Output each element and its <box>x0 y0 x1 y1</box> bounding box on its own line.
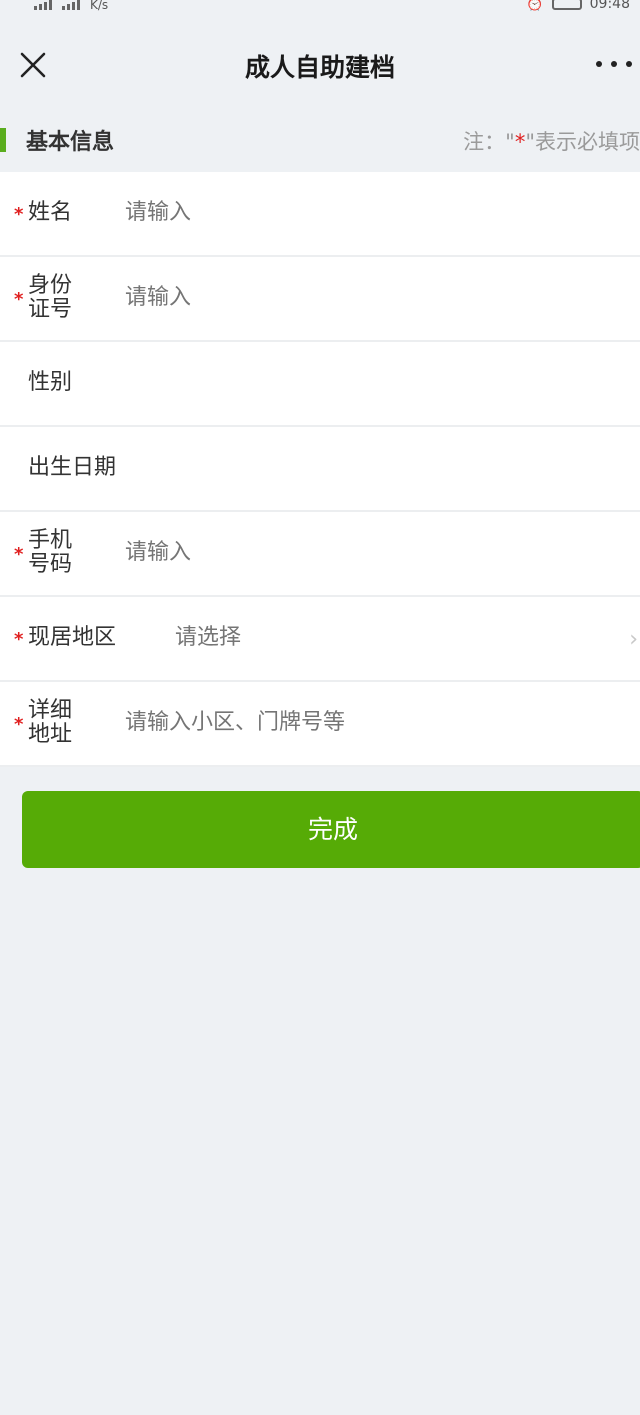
chevron-right-icon: › <box>629 627 638 652</box>
required-mark: * <box>14 289 24 310</box>
name-input[interactable] <box>125 200 605 226</box>
field-label: 详细地址 <box>28 698 73 747</box>
required-mark: * <box>14 544 24 565</box>
field-label: 姓名 <box>28 200 73 225</box>
field-birth-date[interactable]: 出生日期 <box>0 427 640 512</box>
nav-bar: 成人自助建档 <box>0 22 640 104</box>
field-address[interactable]: * 详细地址 <box>0 682 640 767</box>
field-label: 身份证号 <box>28 273 73 322</box>
network-speed: K/s <box>90 0 109 12</box>
basic-info-form: * 姓名 * 身份证号 性别 出生日期 * 手机号码 * 现居地区 › * 详细… <box>0 172 640 767</box>
field-name[interactable]: * 姓名 <box>0 172 640 257</box>
required-mark: * <box>14 204 24 225</box>
required-note: 注："*"表示必填项 <box>463 126 640 156</box>
section-accent-bar <box>0 128 6 152</box>
address-input[interactable] <box>125 710 605 736</box>
field-id-number[interactable]: * 身份证号 <box>0 257 640 342</box>
more-dot <box>626 61 632 67</box>
more-dot <box>611 61 617 67</box>
more-icon[interactable] <box>596 52 632 76</box>
field-phone[interactable]: * 手机号码 <box>0 512 640 597</box>
status-time: 09:48 <box>589 0 630 12</box>
field-label: 性别 <box>28 370 73 395</box>
status-bar: K/s ⏰ 09:48 <box>0 0 640 22</box>
note-suffix: "表示必填项 <box>525 130 640 154</box>
field-label: 现居地区 <box>28 625 117 650</box>
field-gender[interactable]: 性别 <box>0 342 640 427</box>
note-prefix: 注：" <box>463 130 515 154</box>
alarm-icon: ⏰ <box>526 0 544 12</box>
id-number-input[interactable] <box>125 285 605 311</box>
note-star: * <box>514 130 526 154</box>
phone-input[interactable] <box>125 540 605 566</box>
section-title: 基本信息 <box>26 130 115 155</box>
more-dot <box>596 61 602 67</box>
signal-icon <box>34 0 52 10</box>
region-select[interactable] <box>175 625 640 651</box>
status-right: ⏰ 09:48 <box>526 0 630 12</box>
signal-icon-2 <box>62 0 80 10</box>
field-label: 手机号码 <box>28 528 73 577</box>
required-mark: * <box>14 714 24 735</box>
required-mark: * <box>14 629 24 650</box>
submit-button[interactable]: 完成 <box>22 791 640 868</box>
field-label: 出生日期 <box>28 455 117 480</box>
status-left: K/s <box>34 0 108 12</box>
section-header: 基本信息 注："*"表示必填项 <box>0 104 640 172</box>
page-title: 成人自助建档 <box>244 53 395 82</box>
battery-icon <box>551 0 582 10</box>
field-region[interactable]: * 现居地区 › <box>0 597 640 682</box>
